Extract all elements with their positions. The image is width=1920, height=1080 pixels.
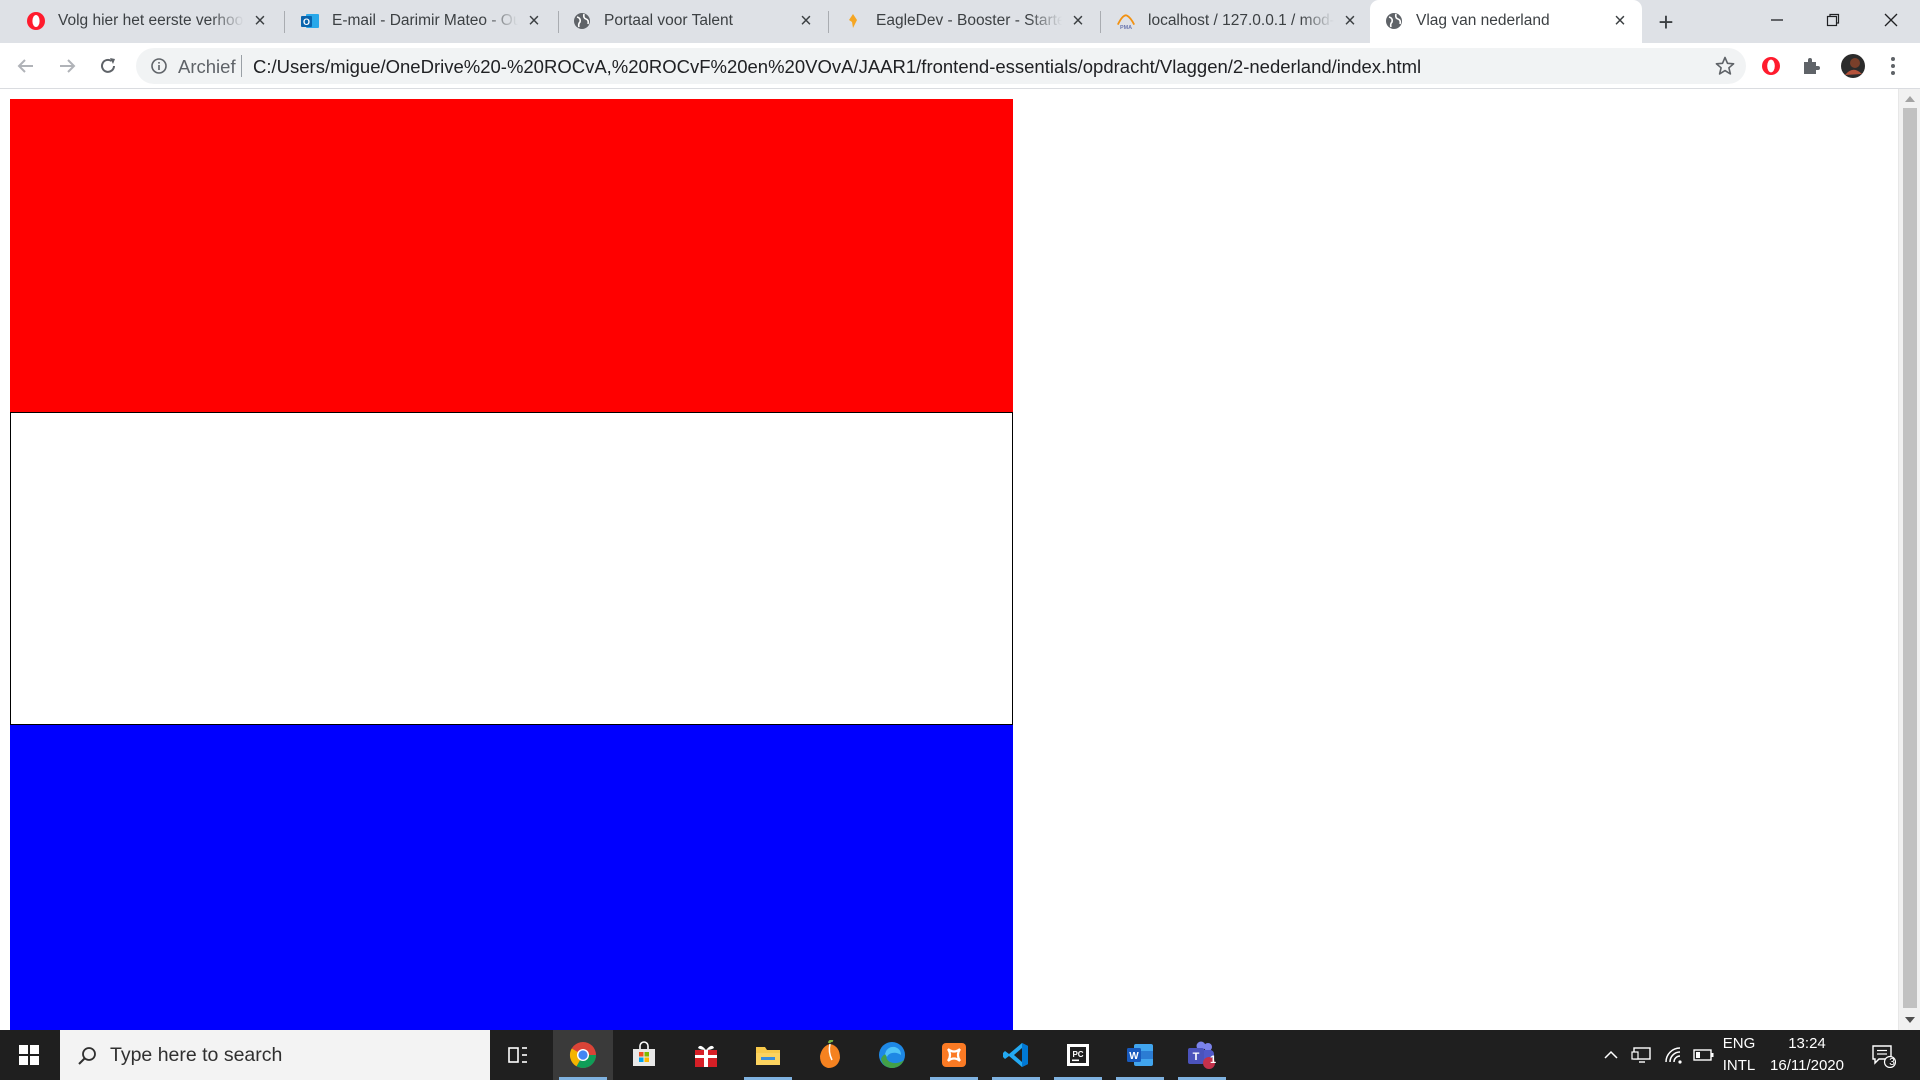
fl-studio-icon[interactable]: [800, 1030, 860, 1080]
opera-icon: [26, 11, 46, 31]
tab-close-icon[interactable]: ×: [1068, 11, 1088, 31]
tab-close-icon[interactable]: ×: [1610, 11, 1630, 31]
tab-title: Vlag van nederland: [1416, 12, 1550, 29]
clock-time[interactable]: 13:24: [1762, 1035, 1852, 1052]
tab-close-icon[interactable]: ×: [250, 11, 270, 31]
page-viewport: [0, 89, 1898, 1030]
notification-center-icon[interactable]: 3: [1862, 1030, 1904, 1080]
tab-vlag-van-nederland[interactable]: Vlag van nederland ×: [1370, 0, 1642, 43]
language-indicator-top[interactable]: ENG: [1720, 1035, 1758, 1052]
language-indicator-bottom[interactable]: INTL: [1720, 1057, 1758, 1074]
scroll-down-icon[interactable]: [1905, 1017, 1915, 1023]
reload-icon[interactable]: [92, 50, 124, 82]
tab-title: Portaal voor Talent: [604, 12, 733, 29]
tab-separator: [284, 11, 285, 33]
svg-text:PMA: PMA: [1120, 25, 1132, 31]
info-icon[interactable]: [150, 57, 168, 75]
gift-icon[interactable]: [676, 1030, 736, 1080]
xampp-icon[interactable]: [924, 1030, 984, 1080]
tab-separator: [828, 11, 829, 33]
white-stripe: [10, 412, 1013, 725]
chrome-icon[interactable]: [553, 1030, 613, 1080]
globe-icon: [1384, 11, 1404, 31]
tab-outlook[interactable]: O E-mail - Darimir Mateo - Outlook ×: [286, 0, 556, 43]
restore-icon[interactable]: [1806, 0, 1860, 40]
close-icon[interactable]: [1864, 0, 1918, 40]
puzzle-icon[interactable]: [1798, 53, 1824, 79]
red-stripe: [10, 99, 1013, 412]
new-tab-button[interactable]: +: [1652, 9, 1680, 37]
address-divider: [241, 55, 242, 77]
svg-text:O: O: [303, 17, 310, 27]
eagledev-icon: [844, 11, 864, 31]
minimize-icon[interactable]: [1750, 0, 1804, 40]
tab-close-icon[interactable]: ×: [1340, 11, 1360, 31]
browser-toolbar: Archief C:/Users/migue/OneDrive%20-%20RO…: [0, 43, 1920, 89]
svg-text:T: T: [1193, 1051, 1200, 1063]
taskbar-search-box[interactable]: Type here to search: [60, 1030, 490, 1080]
svg-text:W: W: [1129, 1051, 1139, 1062]
task-view-icon[interactable]: [490, 1030, 546, 1080]
word-icon[interactable]: W: [1110, 1030, 1170, 1080]
tab-phpmyadmin[interactable]: PMA localhost / 127.0.0.1 / mod-r ×: [1102, 0, 1372, 43]
opera-extension-icon[interactable]: [1758, 53, 1784, 79]
bookmark-star-icon[interactable]: [1714, 55, 1736, 77]
wifi-icon[interactable]: [1660, 1030, 1688, 1080]
pycharm-icon[interactable]: PC: [1048, 1030, 1108, 1080]
outlook-icon: O: [300, 11, 320, 31]
teams-badge: 1: [1209, 1054, 1217, 1066]
tab-separator: [1100, 11, 1101, 33]
tab-title: EagleDev - Booster - Starter: [876, 12, 1062, 29]
battery-icon[interactable]: [1690, 1030, 1718, 1080]
scroll-up-icon[interactable]: [1905, 96, 1915, 102]
tab-opera-news[interactable]: Volg hier het eerste verhoor over ×: [12, 0, 282, 43]
windows-start-icon[interactable]: [0, 1030, 58, 1080]
chevron-up-icon[interactable]: [1598, 1030, 1624, 1080]
tab-close-icon[interactable]: ×: [796, 11, 816, 31]
search-icon: [76, 1045, 98, 1067]
globe-icon: [572, 11, 592, 31]
tab-title: localhost / 127.0.0.1 / mod-r: [1148, 12, 1334, 29]
url-text[interactable]: C:/Users/migue/OneDrive%20-%20ROCvA,%20R…: [253, 56, 1421, 78]
profile-avatar[interactable]: [1840, 53, 1866, 79]
teams-icon[interactable]: T 1: [1172, 1030, 1232, 1080]
vscode-icon[interactable]: [986, 1030, 1046, 1080]
tab-title: E-mail - Darimir Mateo - Outlook: [332, 12, 518, 29]
tab-title: Volg hier het eerste verhoor over: [58, 12, 244, 29]
store-icon[interactable]: [614, 1030, 674, 1080]
edge-icon[interactable]: [862, 1030, 922, 1080]
tab-eagledev[interactable]: EagleDev - Booster - Starter ×: [830, 0, 1100, 43]
back-icon[interactable]: [10, 50, 42, 82]
tab-strip: Volg hier het eerste verhoor over × O E-…: [0, 0, 1920, 43]
address-bar[interactable]: Archief C:/Users/migue/OneDrive%20-%20RO…: [136, 48, 1746, 84]
security-chip[interactable]: Archief: [178, 56, 236, 78]
blue-stripe: [10, 725, 1013, 1030]
dutch-flag: [10, 99, 1013, 1030]
vertical-scrollbar[interactable]: [1898, 89, 1920, 1030]
menu-kebab-icon[interactable]: [1880, 53, 1906, 79]
notification-count: 3: [1889, 1057, 1895, 1068]
windows-taskbar: Type here to search PC W T 1 ENG INTL 13…: [0, 1030, 1920, 1080]
tab-close-icon[interactable]: ×: [524, 11, 544, 31]
forward-icon[interactable]: [51, 50, 83, 82]
scrollbar-thumb[interactable]: [1903, 108, 1917, 1008]
phpmyadmin-icon: PMA: [1116, 11, 1136, 31]
tab-portaal[interactable]: Portaal voor Talent ×: [558, 0, 828, 43]
file-explorer-icon[interactable]: [738, 1030, 798, 1080]
clock-date[interactable]: 16/11/2020: [1762, 1057, 1852, 1074]
svg-text:PC: PC: [1072, 1050, 1083, 1059]
display-icon[interactable]: [1628, 1030, 1656, 1080]
search-placeholder: Type here to search: [110, 1044, 283, 1066]
